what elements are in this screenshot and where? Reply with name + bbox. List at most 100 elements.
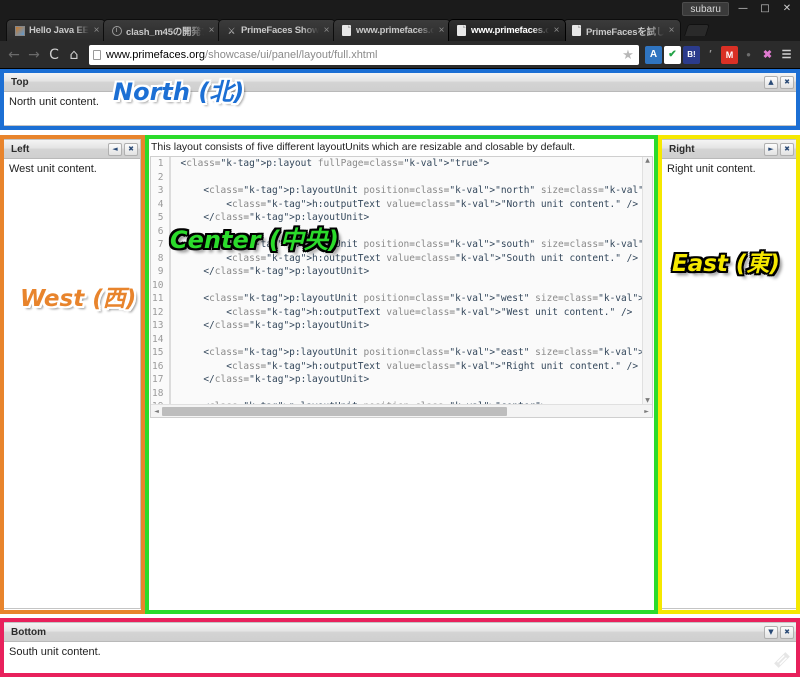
code-vertical-scrollbar[interactable]: ▲ ▼ <box>642 157 652 404</box>
home-button[interactable]: ⌂ <box>64 45 84 65</box>
browser-tab-3[interactable]: www.primefaces.o × <box>333 19 451 41</box>
address-bar[interactable]: www.primefaces.org/showcase/ui/panel/lay… <box>89 44 639 65</box>
code-line-number: 9 <box>151 265 172 279</box>
code-line-text <box>170 279 642 293</box>
code-line-text: <class="k-tag">h:outputText value=class=… <box>180 306 633 318</box>
layout-unit-north[interactable]: Top ▲ ✖ North unit content. <box>3 72 797 126</box>
horizontal-scroll-thumb[interactable] <box>162 406 507 416</box>
layout-unit-east[interactable]: Right ► ✖ Right unit content. <box>661 139 797 609</box>
tab-close-icon[interactable]: × <box>437 25 446 36</box>
code-line-number: 7 <box>151 238 172 252</box>
code-listing: 1 <class="k-tag">p:layout fullPage=class=… <box>151 157 642 404</box>
chrome-menu-icon[interactable]: ☰ <box>778 46 795 64</box>
scroll-down-arrow-icon[interactable]: ▼ <box>645 397 650 404</box>
code-horizontal-scrollbar[interactable]: ◄ ► <box>151 404 652 417</box>
north-header-title: Top <box>11 76 29 88</box>
code-line-text: <class="k-tag">p:layoutUnit position=cla… <box>180 239 642 250</box>
code-sample-panel[interactable]: 1 <class="k-tag">p:layout fullPage=class=… <box>150 156 653 418</box>
south-header: Bottom ▼ ✖ <box>4 623 796 642</box>
gmail-extension-icon[interactable]: M <box>721 45 738 64</box>
center-description: This layout consists of five different l… <box>151 141 576 153</box>
reload-button[interactable]: C <box>44 45 64 65</box>
south-close-button[interactable]: ✖ <box>780 625 794 639</box>
browser-tab-4-active[interactable]: www.primefaces.o × <box>448 19 566 41</box>
back-button[interactable]: ← <box>4 45 24 65</box>
west-close-button[interactable]: ✖ <box>124 142 138 156</box>
code-line: 8 <class="k-tag">h:outputText value=clas… <box>151 251 642 265</box>
page-favicon <box>456 25 467 36</box>
code-line: 9 </class="k-tag">p:layoutUnit> <box>151 265 642 279</box>
tab-title: PrimeFacesを試して <box>586 26 664 38</box>
pin-extension-icon[interactable]: ′ <box>702 46 719 64</box>
bookmark-star-icon[interactable]: ★ <box>621 47 635 63</box>
address-domain: www.primefaces.org <box>106 48 206 61</box>
east-header: Right ► ✖ <box>662 140 796 159</box>
minimize-window-button[interactable]: — <box>732 1 754 16</box>
north-content: North unit content. <box>9 96 99 108</box>
south-header-title: Bottom <box>11 626 46 638</box>
code-line: 12 <class="k-tag">h:outputText value=cla… <box>151 305 642 319</box>
north-collapse-button[interactable]: ▲ <box>764 75 778 89</box>
north-close-button[interactable]: ✖ <box>780 75 794 89</box>
hatena-bookmark-icon[interactable]: B! <box>683 45 700 64</box>
checkmark-extension-icon[interactable]: ✔ <box>664 45 681 64</box>
south-collapse-button[interactable]: ▼ <box>764 625 778 639</box>
close-window-button[interactable]: ✕ <box>776 1 798 16</box>
code-line: 18 <box>151 386 642 400</box>
code-line-number: 13 <box>151 319 172 333</box>
evernote-extension-icon[interactable]: ● <box>740 46 757 64</box>
code-line-text: </class="k-tag">p:layoutUnit> <box>180 212 370 223</box>
code-line: 14 <box>151 332 642 346</box>
new-tab-button[interactable] <box>684 24 710 36</box>
code-line: 10 <box>151 278 642 293</box>
code-line-number: 15 <box>151 346 172 360</box>
tab-close-icon[interactable]: × <box>667 25 676 36</box>
code-line-text: <class="k-tag">h:outputText value=class=… <box>180 252 639 264</box>
code-scroll-viewport[interactable]: 1 <class="k-tag">p:layout fullPage=class=… <box>151 157 642 404</box>
west-header-title: Left <box>11 143 30 155</box>
code-line-text: </class="k-tag">p:layoutUnit> <box>180 320 370 331</box>
layout-unit-south[interactable]: Bottom ▼ ✖ South unit content. <box>3 622 797 674</box>
profile-chip[interactable]: subaru <box>682 1 729 16</box>
code-line-text: <class="k-tag">p:layoutUnit position=cla… <box>180 293 642 304</box>
layout-unit-west[interactable]: Left ◄ ✖ West unit content. <box>3 139 141 609</box>
browser-tab-2[interactable]: ⚔ PrimeFaces ShowC × <box>218 19 336 41</box>
forward-button[interactable]: → <box>24 45 44 65</box>
layout-unit-center[interactable]: This layout consists of five different l… <box>148 139 655 609</box>
translate-extension-icon[interactable]: A <box>645 45 662 64</box>
code-line-number: 5 <box>151 211 172 225</box>
east-collapse-button[interactable]: ► <box>764 142 778 156</box>
scroll-up-arrow-icon[interactable]: ▲ <box>645 157 650 164</box>
browser-chrome: subaru — □ ✕ Hello Java EE × i clash_m45… <box>0 0 800 69</box>
image-favicon <box>14 25 25 36</box>
maximize-window-button[interactable]: □ <box>754 1 776 16</box>
scroll-left-arrow-icon[interactable]: ◄ <box>151 408 162 415</box>
code-line-text <box>170 171 642 185</box>
tab-close-icon[interactable]: × <box>322 25 331 36</box>
code-line: 7 <class="k-tag">p:layoutUnit position=c… <box>151 238 642 252</box>
code-line-text: <class="k-tag">h:outputText value=class=… <box>180 198 639 210</box>
tab-close-icon[interactable]: × <box>92 25 101 36</box>
page-favicon <box>571 25 582 36</box>
browser-tab-5[interactable]: PrimeFacesを試して × <box>563 19 681 41</box>
scroll-right-arrow-icon[interactable]: ► <box>641 408 652 415</box>
code-line-text <box>170 225 642 239</box>
browser-tab-1[interactable]: i clash_m45の開発ブ × <box>103 19 221 41</box>
window-titlebar: subaru — □ ✕ <box>0 0 800 17</box>
west-collapse-button[interactable]: ◄ <box>108 142 122 156</box>
code-line-number: 18 <box>151 386 172 400</box>
resize-grip-icon[interactable] <box>773 651 791 669</box>
tab-strip: Hello Java EE × i clash_m45の開発ブ × ⚔ Prim… <box>0 17 800 41</box>
code-line: 13 </class="k-tag">p:layoutUnit> <box>151 319 642 333</box>
east-close-button[interactable]: ✖ <box>780 142 794 156</box>
north-header: Top ▲ ✖ <box>4 73 796 92</box>
browser-toolbar: ← → C ⌂ www.primefaces.org/showcase/ui/p… <box>0 41 800 69</box>
code-line-number: 1 <box>151 157 172 171</box>
tab-close-icon[interactable]: × <box>552 25 561 36</box>
browser-tab-0[interactable]: Hello Java EE × <box>6 19 106 41</box>
code-line-text: <class="k-tag">p:layoutUnit position=cla… <box>180 185 642 196</box>
code-line-number: 4 <box>151 197 172 211</box>
bookmark-manager-icon[interactable]: ✖ <box>759 46 776 64</box>
circle-info-favicon: i <box>111 25 122 36</box>
tab-close-icon[interactable]: × <box>207 25 216 36</box>
